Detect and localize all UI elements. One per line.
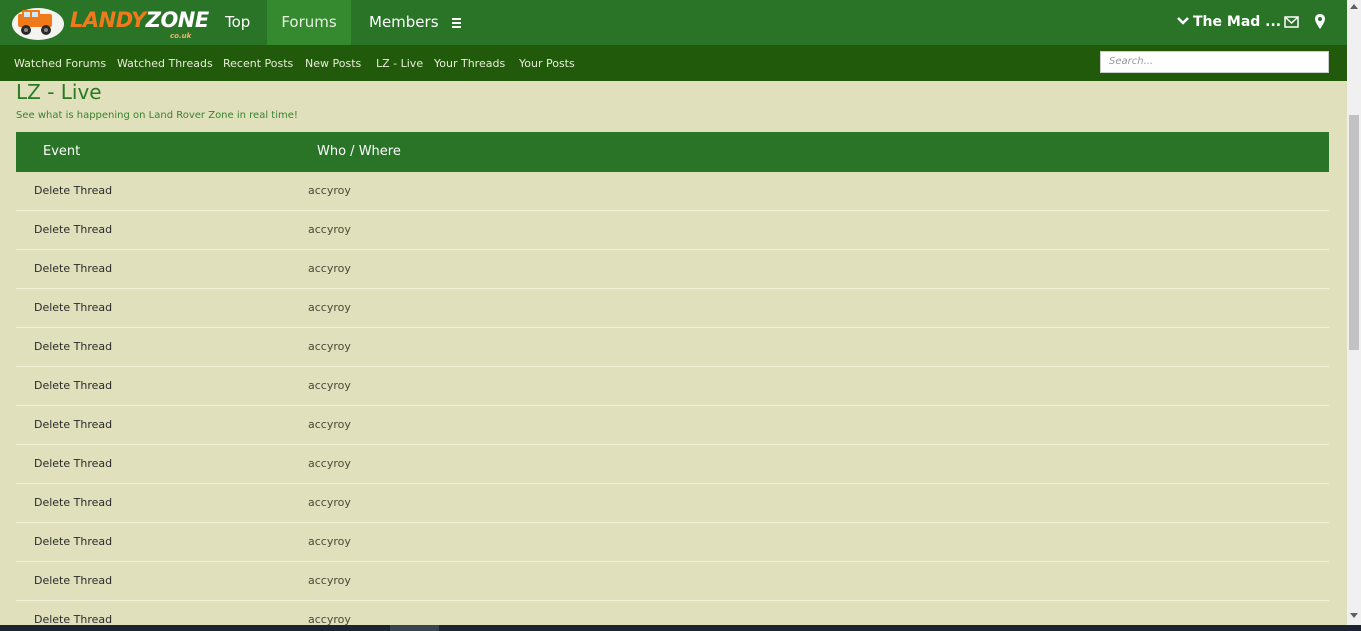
subnav-lz-live[interactable]: LZ - Live (376, 45, 423, 81)
event-cell: Delete Thread (34, 574, 113, 587)
table-header: Event Who / Where (16, 132, 1329, 172)
table-row: Delete Thread accyroy (16, 289, 1329, 328)
chevron-down-icon (1177, 0, 1189, 44)
scroll-up-arrow-icon[interactable] (1350, 4, 1358, 9)
who-where-cell[interactable]: accyroy (308, 328, 351, 366)
table-row: Delete Thread accyroy (16, 445, 1329, 484)
event-cell: Delete Thread (34, 535, 113, 548)
subnav-recent-posts[interactable]: Recent Posts (223, 45, 293, 81)
top-navigation-bar: LANDYZONE co.uk Top Forums Members The M… (0, 0, 1347, 45)
location-pin-icon[interactable] (1315, 14, 1325, 29)
nav-tab-forums[interactable]: Forums (267, 0, 351, 45)
logo-text: LANDYZONE (70, 8, 209, 32)
who-where-cell[interactable]: accyroy (308, 406, 351, 444)
username-label: The Mad ... (1193, 14, 1282, 30)
vertical-scrollbar[interactable] (1347, 0, 1361, 625)
event-cell: Delete Thread (34, 496, 113, 509)
event-cell: Delete Thread (34, 262, 113, 275)
table-row: Delete Thread accyroy (16, 562, 1329, 601)
nav-tab-top[interactable]: Top (225, 0, 250, 45)
who-where-cell[interactable]: accyroy (308, 367, 351, 405)
live-events-table: Event Who / Where Delete Thread accyroy De… (16, 132, 1329, 631)
subnav-your-posts[interactable]: Your Posts (519, 45, 575, 81)
page-subtitle: See what is happening on Land Rover Zone… (16, 110, 298, 121)
who-where-cell[interactable]: accyroy (308, 172, 351, 210)
os-taskbar (0, 625, 1361, 631)
who-where-cell[interactable]: accyroy (308, 250, 351, 288)
table-row: Delete Thread accyroy (16, 250, 1329, 289)
search-input[interactable]: Search... (1100, 51, 1329, 73)
who-where-cell[interactable]: accyroy (308, 211, 351, 249)
page-title: LZ - Live (16, 80, 102, 104)
subnav-your-threads[interactable]: Your Threads (434, 45, 505, 81)
table-row: Delete Thread accyroy (16, 211, 1329, 250)
sub-navigation-bar: Watched Forums Watched Threads Recent Po… (0, 45, 1347, 81)
event-cell: Delete Thread (34, 379, 113, 392)
table-row: Delete Thread accyroy (16, 484, 1329, 523)
table-body: Delete Thread accyroy Delete Thread accyroy… (16, 172, 1329, 631)
event-cell: Delete Thread (34, 418, 113, 431)
menu-icon[interactable] (452, 16, 462, 30)
scroll-down-arrow-icon[interactable] (1350, 613, 1358, 618)
column-header-who-where: Who / Where (317, 144, 401, 159)
table-row: Delete Thread accyroy (16, 367, 1329, 406)
event-cell: Delete Thread (34, 340, 113, 353)
event-cell: Delete Thread (34, 301, 113, 314)
logo-domain: co.uk (170, 32, 192, 40)
user-menu[interactable]: The Mad ... (1177, 0, 1281, 45)
table-row: Delete Thread accyroy (16, 328, 1329, 367)
table-row: Delete Thread accyroy (16, 406, 1329, 445)
who-where-cell[interactable]: accyroy (308, 445, 351, 483)
nav-tab-members[interactable]: Members (369, 0, 462, 45)
column-header-event: Event (43, 144, 81, 159)
table-row: Delete Thread accyroy (16, 523, 1329, 562)
who-where-cell[interactable]: accyroy (308, 289, 351, 327)
event-cell: Delete Thread (34, 457, 113, 470)
subnav-watched-forums[interactable]: Watched Forums (14, 45, 106, 81)
taskbar-item[interactable] (390, 625, 439, 631)
who-where-cell[interactable]: accyroy (308, 523, 351, 561)
envelope-icon[interactable] (1284, 16, 1299, 28)
scrollbar-thumb[interactable] (1349, 115, 1359, 350)
subnav-new-posts[interactable]: New Posts (305, 45, 361, 81)
landrover-logo-icon (12, 8, 64, 40)
event-cell: Delete Thread (34, 184, 113, 197)
nav-tab-members-label: Members (369, 13, 439, 31)
who-where-cell[interactable]: accyroy (308, 484, 351, 522)
subnav-watched-threads[interactable]: Watched Threads (117, 45, 213, 81)
site-logo[interactable]: LANDYZONE co.uk (10, 2, 210, 42)
event-cell: Delete Thread (34, 223, 113, 236)
who-where-cell[interactable]: accyroy (308, 562, 351, 600)
table-row: Delete Thread accyroy (16, 172, 1329, 211)
